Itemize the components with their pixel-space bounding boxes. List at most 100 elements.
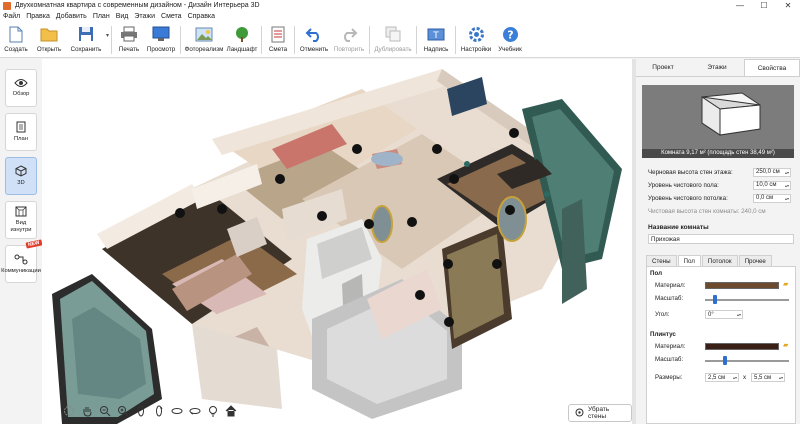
rotate-360-icon[interactable] — [60, 403, 78, 419]
size-separator: x — [743, 374, 747, 381]
caption-button[interactable]: T Надпись — [419, 22, 453, 58]
spinner-icon[interactable]: ▴▾ — [779, 375, 783, 380]
folder-open-icon[interactable]: ▰ — [783, 341, 788, 349]
plinth-height-input[interactable]: 2,5 см ▴▾ — [705, 373, 739, 382]
plinth-scale-thumb[interactable] — [723, 356, 727, 365]
menu-plan[interactable]: План — [93, 13, 110, 20]
3d-view-button[interactable]: 3D — [5, 157, 37, 195]
redo-arrow-icon — [339, 25, 359, 43]
tab-properties[interactable]: Свойства — [744, 59, 800, 76]
rotate-left-icon[interactable] — [132, 403, 150, 419]
create-button[interactable]: Создать — [0, 22, 32, 58]
tab-walls[interactable]: Стены — [646, 255, 677, 266]
gear-icon — [466, 25, 486, 43]
properties-panel: Проект Этажи Свойства Комната 9,17 м² (п… — [636, 59, 800, 424]
plinth-scale-label: Масштаб: — [655, 356, 684, 363]
menu-file[interactable]: Файл — [3, 13, 20, 20]
clean-ceiling-row: Уровень чистового потолка: 0,0 см ▴▾ — [648, 193, 791, 203]
tab-ceiling[interactable]: Потолок — [701, 255, 738, 266]
maximize-button[interactable]: ☐ — [752, 0, 776, 11]
floor-scale-slider[interactable] — [705, 299, 789, 301]
print-button[interactable]: Печать — [114, 22, 144, 58]
svg-text:T: T — [432, 31, 439, 41]
duplicate-button[interactable]: Дублировать — [372, 22, 414, 58]
3d-viewport[interactable]: Убрать стены — [42, 59, 632, 424]
communications-button[interactable]: NEW Коммуникации — [1, 239, 43, 283]
overview-view-button[interactable]: Обзор — [5, 69, 37, 107]
plinth-sizes-label: Размеры: — [655, 374, 683, 381]
inside-view-button[interactable]: Вид изнутри — [5, 201, 37, 239]
estimate-button[interactable]: Смета — [264, 22, 292, 58]
help-question-icon: ? — [500, 25, 520, 43]
hand-pan-icon[interactable] — [78, 403, 96, 419]
photorealism-button[interactable]: Фотореализм — [183, 22, 225, 58]
tilt-up-icon[interactable] — [168, 403, 186, 419]
menu-floors[interactable]: Этажи — [134, 13, 155, 20]
zoom-in-icon[interactable] — [114, 403, 132, 419]
save-dropdown-arrow-icon[interactable]: ▾ — [106, 32, 109, 39]
plinth-material-label: Материал: — [655, 343, 686, 350]
spinner-icon[interactable]: ▴▾ — [733, 375, 737, 380]
redo-button[interactable]: Повторить — [331, 22, 367, 58]
open-button[interactable]: Открыть — [32, 22, 66, 58]
spinner-icon[interactable]: ▴▾ — [737, 312, 741, 317]
spreadsheet-icon — [268, 25, 288, 43]
remove-walls-button[interactable]: Убрать стены — [568, 404, 632, 422]
minimize-button[interactable]: — — [728, 0, 752, 11]
plinth-scale-slider[interactable] — [705, 360, 789, 362]
text-caption-icon: T — [426, 25, 446, 43]
zoom-out-icon[interactable] — [96, 403, 114, 419]
new-badge: NEW — [25, 239, 43, 249]
menu-estimate[interactable]: Смета — [161, 13, 182, 20]
title-bar: Двухкомнатная квартира с современным диз… — [0, 0, 800, 11]
plinth-section-title: Плинтус — [650, 331, 676, 338]
close-button[interactable]: ✕ — [776, 0, 800, 11]
spinner-icon[interactable]: ▴▾ — [785, 196, 789, 201]
rotate-right-icon[interactable] — [150, 403, 168, 419]
preview-button[interactable]: Просмотр — [144, 22, 178, 58]
floor-angle-input[interactable]: 0° ▴▾ — [705, 310, 743, 319]
toolbar-divider — [111, 26, 113, 54]
plinth-width-input[interactable]: 5,5 см ▴▾ — [751, 373, 785, 382]
plinth-material-swatch[interactable] — [705, 343, 779, 350]
rough-height-input[interactable]: 250,0 см ▴▾ — [753, 167, 791, 177]
room-name-input[interactable]: Прихожая — [648, 234, 794, 244]
spinner-icon[interactable]: ▴▾ — [785, 183, 789, 188]
duplicate-icon — [383, 25, 403, 43]
plan-document-icon — [16, 121, 26, 133]
floor-scale-thumb[interactable] — [713, 295, 717, 304]
toolbar-divider — [369, 26, 371, 54]
toolbar-divider — [416, 26, 418, 54]
settings-button[interactable]: Настройки — [458, 22, 494, 58]
tab-floors[interactable]: Этажи — [690, 59, 744, 76]
spinner-icon[interactable]: ▴▾ — [785, 170, 789, 175]
menu-add[interactable]: Добавить — [56, 13, 87, 20]
floor-material-swatch[interactable] — [705, 282, 779, 289]
tab-project[interactable]: Проект — [636, 59, 690, 76]
tutorial-button[interactable]: ? Учебник — [494, 22, 526, 58]
floor-scale-label: Масштаб: — [655, 295, 684, 302]
menu-bar: Файл Правка Добавить План Вид Этажи Смет… — [0, 11, 800, 22]
landscape-button[interactable]: Ландшафт — [225, 22, 259, 58]
rough-height-row: Черновая высота стен этажа: 250,0 см ▴▾ — [648, 167, 791, 177]
floor-settings-panel: Пол Материал: ▰ Масштаб: Угол: 0° ▴▾ Плин… — [646, 266, 796, 424]
monitor-icon — [151, 25, 171, 43]
menu-help[interactable]: Справка — [188, 13, 215, 20]
main-toolbar: Создать Открыть Сохранить ▾ Печать Просм… — [0, 22, 800, 58]
lightbulb-icon[interactable] — [204, 403, 222, 419]
clean-floor-input[interactable]: 10,0 см ▴▾ — [753, 180, 791, 190]
save-button[interactable]: Сохранить — [66, 22, 106, 58]
clean-ceiling-input[interactable]: 0,0 см ▴▾ — [753, 193, 791, 203]
menu-view[interactable]: Вид — [116, 13, 129, 20]
undo-button[interactable]: Отменить — [297, 22, 331, 58]
home-icon[interactable] — [222, 403, 240, 419]
clean-height-row: Чистовая высота стен комнаты: 240,0 см — [648, 207, 766, 215]
plan-view-button[interactable]: План — [5, 113, 37, 151]
room-area-caption: Комната 9,17 м² (площадь стен 38,49 м²) — [642, 149, 794, 158]
apartment-3d-model[interactable] — [42, 59, 632, 424]
tilt-down-icon[interactable] — [186, 403, 204, 419]
tab-floor[interactable]: Пол — [677, 255, 701, 266]
menu-edit[interactable]: Правка — [26, 13, 50, 20]
tab-other[interactable]: Прочее — [738, 255, 772, 266]
folder-open-icon[interactable]: ▰ — [783, 280, 788, 288]
